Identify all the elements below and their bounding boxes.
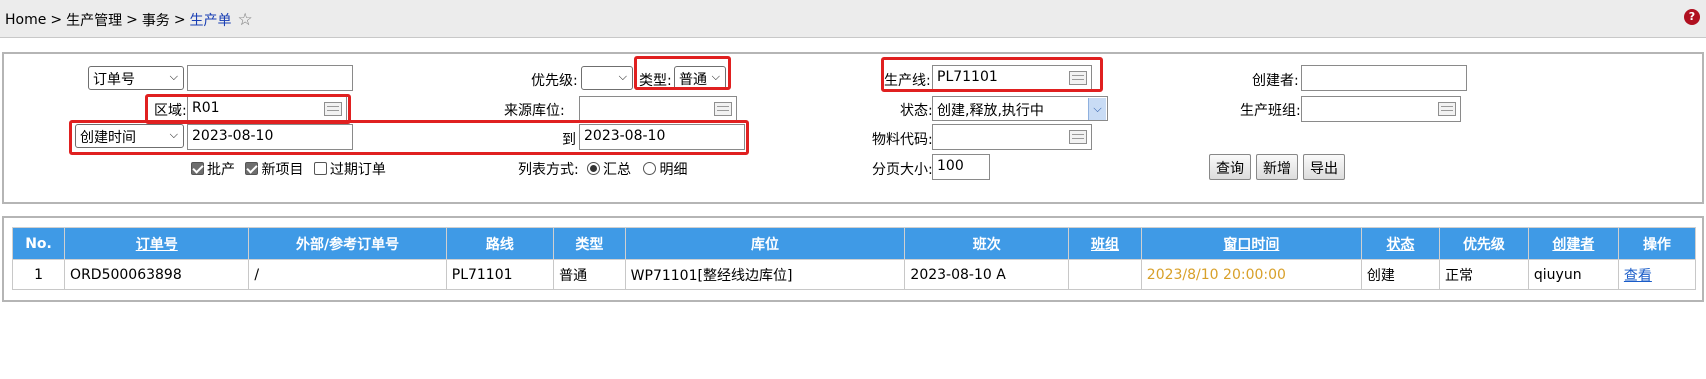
- cell-location: WP71101[整经线边库位]: [624, 259, 906, 290]
- column-header-location: 库位: [624, 227, 906, 260]
- column-header-status[interactable]: 状态: [1360, 227, 1440, 260]
- column-header-window-time[interactable]: 窗口时间: [1140, 227, 1362, 260]
- breadcrumb-production-mgmt[interactable]: 生产管理: [66, 13, 122, 29]
- column-header-ext-ref: 外部/参考订单号: [248, 227, 447, 260]
- chevron-down-icon: ⌵: [618, 70, 627, 83]
- list-mode-label: 列表方式:: [518, 162, 579, 178]
- star-outline-icon[interactable]: ☆: [238, 10, 253, 30]
- results-table: No. 订单号 外部/参考订单号 路线 类型 库位 班次 班组 窗口时间 状态 …: [11, 227, 1697, 290]
- breadcrumb: Home > 生产管理 > 事务 > 生产单 ☆: [5, 10, 253, 30]
- cell-order-no: ORD500063898: [64, 259, 250, 290]
- batch-checkbox[interactable]: [191, 162, 204, 175]
- breadcrumb-current: 生产单: [189, 13, 232, 29]
- cell-route: PL71101: [445, 259, 555, 290]
- list-mode-radios: 汇总 明细: [587, 159, 687, 179]
- lookup-icon[interactable]: [1438, 102, 1456, 116]
- highlight-box-date-range: [69, 120, 749, 155]
- table-header-row: No. 订单号 外部/参考订单号 路线 类型 库位 班次 班组 窗口时间 状态 …: [11, 227, 1697, 260]
- table-row: 1 ORD500063898 / PL71101 普通 WP71101[整经线边…: [11, 259, 1697, 290]
- summary-radio-label: 汇总: [603, 162, 631, 178]
- column-header-type: 类型: [553, 227, 626, 260]
- column-header-group[interactable]: 班组: [1068, 227, 1142, 260]
- priority-select[interactable]: ⌵: [581, 66, 633, 90]
- breadcrumb-separator: >: [126, 12, 138, 28]
- highlight-box-type: [634, 56, 731, 90]
- cell-no: 1: [11, 259, 66, 290]
- order-field-select-value: 订单号: [93, 72, 135, 88]
- status-value: 创建,释放,执行中: [937, 103, 1044, 119]
- material-code-input[interactable]: [932, 124, 1092, 150]
- cell-action: 查看: [1617, 259, 1697, 290]
- status-label: 状态:: [900, 103, 933, 119]
- column-header-order-no[interactable]: 订单号: [64, 227, 250, 260]
- overdue-checkbox[interactable]: [313, 162, 327, 175]
- order-number-input[interactable]: [187, 65, 353, 91]
- cell-ext-ref: /: [248, 259, 447, 290]
- help-circle-icon[interactable]: ?: [1684, 9, 1700, 25]
- page-size-label: 分页大小:: [872, 162, 933, 178]
- chevron-down-icon: ⌵: [169, 70, 178, 83]
- breadcrumb-transactions[interactable]: 事务: [142, 13, 170, 29]
- order-field-select[interactable]: 订单号 ⌵: [88, 66, 184, 90]
- export-button[interactable]: 导出: [1303, 154, 1345, 180]
- cell-creator: qiuyun: [1527, 259, 1619, 290]
- column-header-priority: 优先级: [1438, 227, 1529, 260]
- top-bar: Home > 生产管理 > 事务 > 生产单 ☆ ?: [0, 0, 1706, 38]
- column-header-no: No.: [11, 227, 66, 260]
- search-panel: 订单号 ⌵ 优先级: ⌵ 类型: 普通 ⌵ 生产线: PL71101 创建者: …: [2, 52, 1704, 204]
- new-item-checkbox-label: 新项目: [261, 162, 304, 178]
- breadcrumb-separator: >: [173, 12, 186, 28]
- cell-window-time: 2023/8/10 20:00:00: [1140, 259, 1362, 290]
- results-panel: No. 订单号 外部/参考订单号 路线 类型 库位 班次 班组 窗口时间 状态 …: [2, 216, 1704, 302]
- column-header-shift: 班次: [904, 227, 1070, 260]
- batch-checkbox-label: 批产: [207, 162, 235, 178]
- detail-radio-label: 明细: [659, 162, 688, 178]
- summary-radio[interactable]: [587, 162, 600, 175]
- search-button[interactable]: 查询: [1209, 154, 1251, 180]
- overdue-checkbox-label: 过期订单: [329, 162, 386, 178]
- column-header-action: 操作: [1617, 227, 1697, 260]
- detail-radio[interactable]: [643, 162, 657, 175]
- highlight-box-production-line: [881, 57, 1103, 92]
- chevron-down-icon[interactable]: ⌵: [1088, 98, 1106, 120]
- creator-input[interactable]: [1301, 65, 1467, 91]
- breadcrumb-home[interactable]: Home: [5, 12, 46, 28]
- lookup-icon[interactable]: [714, 102, 732, 116]
- cell-status: 创建: [1360, 259, 1440, 290]
- cell-shift: 2023-08-10 A: [904, 259, 1070, 290]
- breadcrumb-separator: >: [50, 12, 63, 28]
- shift-group-input[interactable]: [1301, 96, 1461, 122]
- cell-priority: 正常: [1438, 259, 1529, 290]
- column-header-route: 路线: [445, 227, 555, 260]
- shift-group-label: 生产班组:: [1240, 103, 1301, 119]
- option-checkboxes: 批产 新项目 过期订单: [191, 159, 386, 179]
- cell-type: 普通: [553, 259, 626, 290]
- page-size-input[interactable]: 100: [932, 154, 990, 180]
- column-header-creator[interactable]: 创建者: [1527, 227, 1619, 260]
- view-link[interactable]: 查看: [1624, 268, 1652, 284]
- material-code-label: 物料代码:: [872, 132, 933, 148]
- cell-group: [1068, 259, 1142, 290]
- new-item-checkbox[interactable]: [245, 162, 259, 175]
- creator-label: 创建者:: [1252, 73, 1299, 89]
- source-location-label: 来源库位:: [504, 103, 565, 119]
- add-button[interactable]: 新增: [1256, 154, 1298, 180]
- priority-label: 优先级:: [531, 73, 578, 89]
- source-location-input[interactable]: [579, 96, 737, 122]
- lookup-icon[interactable]: [1069, 130, 1087, 144]
- status-multiselect[interactable]: 创建,释放,执行中 ⌵: [932, 96, 1108, 121]
